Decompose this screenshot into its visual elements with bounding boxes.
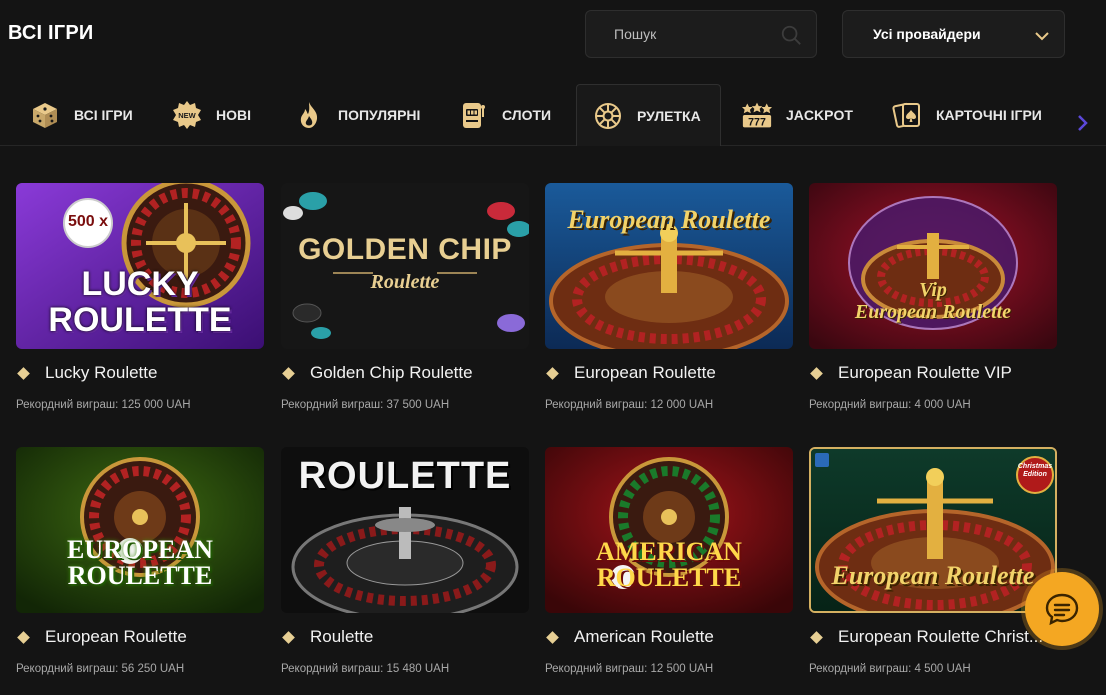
- game-card[interactable]: Vip European Roulette European Roulette …: [809, 183, 1057, 411]
- game-art-subtitle: ROULETTE: [596, 563, 742, 592]
- game-card[interactable]: EUROPEAN ROULETTE European Roulette Реко…: [16, 447, 264, 675]
- game-title-text: European Roulette VIP: [838, 363, 1012, 382]
- svg-text:NEW: NEW: [178, 111, 196, 120]
- game-art-subtitle: ROULETTE: [67, 561, 213, 590]
- header: ВСІ ІГРИ Усі провайдери: [0, 0, 1106, 70]
- game-art-subtitle: ROULETTE: [48, 301, 232, 339]
- diamond-icon: [546, 366, 559, 380]
- tab-slots[interactable]: СЛОТИ: [442, 84, 567, 146]
- game-title[interactable]: European Roulette Christ...: [809, 627, 1069, 647]
- game-thumbnail[interactable]: AMERICAN ROULETTE: [545, 447, 793, 613]
- cards-icon: [892, 102, 920, 128]
- record-win: Рекордний виграш: 4 500 UAH: [809, 663, 971, 675]
- roulette-wheel-artwork: [809, 183, 1057, 349]
- search-box[interactable]: [585, 10, 817, 58]
- diamond-icon: [17, 366, 30, 380]
- game-title[interactable]: American Roulette: [545, 627, 805, 647]
- game-art-subtitle: European Roulette: [854, 301, 1012, 323]
- game-thumbnail[interactable]: ROULETTE: [281, 447, 529, 613]
- search-icon[interactable]: [780, 24, 802, 46]
- new-badge-icon: NEW: [173, 101, 201, 129]
- tab-all-games[interactable]: ВСІ ІГРИ: [14, 84, 149, 146]
- fire-icon: [300, 102, 318, 128]
- multiplier-badge: 500 x: [67, 213, 109, 230]
- game-title[interactable]: Roulette: [281, 627, 541, 647]
- game-thumbnail[interactable]: Vip European Roulette: [809, 183, 1057, 349]
- game-title[interactable]: European Roulette: [545, 363, 805, 383]
- record-win: Рекордний виграш: 12 000 UAH: [545, 399, 714, 411]
- diamond-icon: [810, 366, 823, 380]
- tab-popular[interactable]: ПОПУЛЯРНІ: [278, 84, 436, 146]
- chat-bubble-icon: [1045, 593, 1079, 626]
- tab-label: JACKPOT: [786, 107, 853, 123]
- game-card[interactable]: European Roulette European Roulette Реко…: [545, 183, 793, 411]
- game-title-text: American Roulette: [574, 627, 714, 646]
- tab-new[interactable]: NEW НОВІ: [156, 84, 267, 146]
- game-art-title: Vip: [919, 279, 947, 301]
- chat-button[interactable]: [1025, 572, 1099, 646]
- game-title[interactable]: Lucky Roulette: [16, 363, 276, 383]
- record-win: Рекордний виграш: 15 480 UAH: [281, 663, 450, 675]
- tab-label: РУЛЕТКА: [637, 107, 701, 124]
- jackpot-777-icon: 777: [742, 102, 772, 129]
- category-tabs: ВСІ ІГРИ NEW НОВІ ПОПУЛЯРНІ СЛОТИ РУЛЕТК…: [0, 84, 1106, 146]
- diamond-icon: [546, 630, 559, 644]
- game-card[interactable]: Christmas Edition European Roulette Euro…: [809, 447, 1057, 675]
- diamond-icon: [282, 366, 295, 380]
- game-title[interactable]: European Roulette VIP: [809, 363, 1069, 383]
- tab-jackpot[interactable]: 777 JACKPOT: [726, 84, 869, 146]
- tab-card-games[interactable]: КАРТОЧНІ ІГРИ: [876, 84, 1058, 146]
- tab-label: СЛОТИ: [502, 107, 552, 123]
- diamond-icon: [17, 630, 30, 644]
- svg-text:777: 777: [748, 117, 766, 129]
- page-title: ВСІ ІГРИ: [8, 22, 94, 44]
- record-win: Рекордний виграш: 37 500 UAH: [281, 399, 450, 411]
- game-title-text: Golden Chip Roulette: [310, 363, 473, 382]
- tab-label: ПОПУЛЯРНІ: [338, 107, 421, 123]
- game-title-text: European Roulette Christ...: [838, 627, 1044, 646]
- provider-select[interactable]: Усі провайдери: [842, 10, 1065, 58]
- record-win: Рекордний виграш: 4 000 UAH: [809, 399, 971, 411]
- game-thumbnail[interactable]: Christmas Edition European Roulette: [809, 447, 1057, 613]
- game-thumbnail[interactable]: European Roulette: [545, 183, 793, 349]
- provider-select-label: Усі провайдери: [873, 26, 981, 42]
- chevron-down-icon: [1035, 32, 1049, 41]
- game-art-title: European Roulette: [567, 205, 771, 234]
- game-title[interactable]: European Roulette: [16, 627, 276, 647]
- game-art-title: LUCKY: [81, 265, 199, 303]
- game-art-title: European Roulette: [831, 561, 1035, 590]
- game-title-text: Lucky Roulette: [45, 363, 158, 382]
- tab-label: КАРТОЧНІ ІГРИ: [936, 107, 1042, 123]
- tab-label: ВСІ ІГРИ: [74, 107, 133, 123]
- game-title-text: European Roulette: [574, 363, 716, 382]
- tab-roulette[interactable]: РУЛЕТКА: [576, 84, 721, 146]
- game-thumbnail[interactable]: 500 x LUCKY ROULETTE: [16, 183, 264, 349]
- diamond-icon: [282, 630, 295, 644]
- tab-label: НОВІ: [216, 107, 251, 123]
- game-card[interactable]: GOLDEN CHIP Roulette Golden Chip Roulett…: [281, 183, 529, 411]
- slot-machine-icon: [463, 103, 485, 128]
- record-win: Рекордний виграш: 56 250 UAH: [16, 663, 185, 675]
- roulette-icon: [595, 102, 621, 129]
- game-card[interactable]: 500 x LUCKY ROULETTE Lucky Roulette Реко…: [16, 183, 264, 411]
- game-art-subtitle: Roulette: [370, 271, 440, 293]
- record-win: Рекордний виграш: 12 500 UAH: [545, 663, 714, 675]
- game-title-text: Roulette: [310, 627, 374, 646]
- christmas-edition-badge: Christmas Edition: [1017, 463, 1053, 478]
- game-title-text: European Roulette: [45, 627, 187, 646]
- game-thumbnail[interactable]: EUROPEAN ROULETTE: [16, 447, 264, 613]
- game-card[interactable]: AMERICAN ROULETTE American Roulette Реко…: [545, 447, 793, 675]
- search-input[interactable]: [614, 23, 774, 45]
- game-thumbnail[interactable]: GOLDEN CHIP Roulette: [281, 183, 529, 349]
- dice-icon: [33, 103, 57, 128]
- game-art-title: ROULETTE: [298, 455, 512, 497]
- record-win: Рекордний виграш: 125 000 UAH: [16, 399, 191, 411]
- game-card[interactable]: ROULETTE Roulette Рекордний виграш: 15 4…: [281, 447, 529, 675]
- game-title[interactable]: Golden Chip Roulette: [281, 363, 541, 383]
- game-art-title: GOLDEN CHIP: [298, 233, 512, 266]
- chevron-right-icon[interactable]: [1074, 112, 1092, 134]
- diamond-icon: [810, 630, 823, 644]
